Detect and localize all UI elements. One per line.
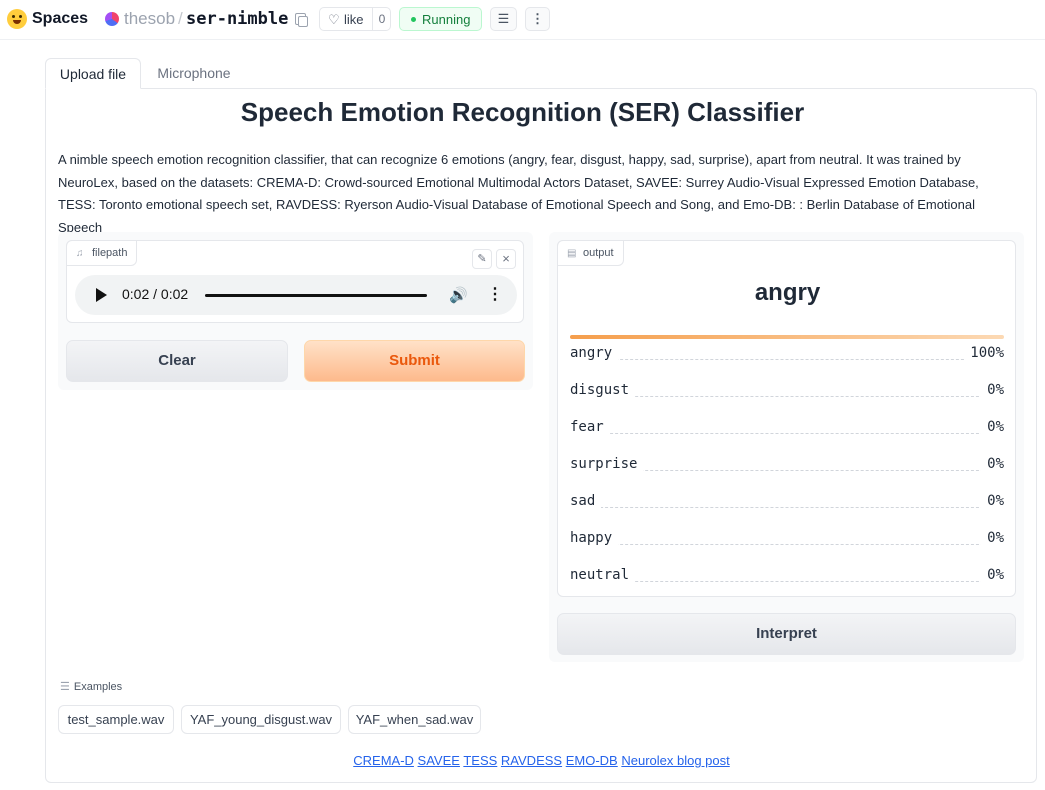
tab-microphone[interactable]: Microphone: [141, 58, 247, 88]
confidence-value: 0%: [981, 567, 1004, 583]
confidence-label: fear: [570, 419, 610, 435]
audio-input: ♫ filepath ✎ × 0:02 / 0:02 🔊 ⋮: [66, 240, 524, 323]
link-emo-db[interactable]: EMO-DB: [566, 753, 618, 768]
player-progress[interactable]: [205, 294, 427, 297]
confidence-label: neutral: [570, 567, 636, 583]
confidence-label: happy: [570, 530, 619, 546]
confidence-label: angry: [570, 345, 619, 361]
volume-icon[interactable]: 🔊: [449, 286, 468, 304]
repo-name-link[interactable]: ser-nimble: [186, 9, 288, 29]
owner-avatar: [105, 12, 119, 26]
heart-icon: ♡: [328, 12, 340, 27]
music-note-icon: ♫: [76, 248, 84, 259]
spaces-link[interactable]: Spaces: [32, 10, 88, 28]
confidence-value: 0%: [981, 456, 1004, 472]
example-item[interactable]: YAF_young_disgust.wav: [181, 705, 341, 734]
top-bar: Spaces thesob / ser-nimble ♡ like 0 Runn…: [0, 0, 1045, 40]
predicted-label: angry: [754, 279, 821, 306]
link-crema-d[interactable]: CREMA-D: [353, 753, 414, 768]
tab-upload-file[interactable]: Upload file: [45, 58, 141, 89]
confidence-value: 0%: [981, 382, 1004, 398]
label-icon: ▤: [567, 248, 577, 259]
close-icon: ×: [502, 251, 510, 266]
example-item[interactable]: YAF_when_sad.wav: [348, 705, 481, 734]
page-title: Speech Emotion Recognition (SER) Classif…: [240, 97, 805, 127]
more-options-button[interactable]: ⋮: [525, 7, 550, 31]
play-icon[interactable]: [96, 288, 107, 302]
status-dot-icon: [411, 17, 416, 22]
confidence-row: neutral 0%: [570, 557, 1004, 594]
confidence-value: 0%: [981, 419, 1004, 435]
confidence-list: angry 100% disgust 0% fear 0% surprise 0…: [570, 335, 1004, 594]
like-label: like: [344, 12, 364, 27]
list-icon: ☰: [497, 11, 510, 26]
owner-link[interactable]: thesob: [124, 9, 175, 29]
path-separator: /: [178, 9, 183, 28]
confidence-value: 0%: [981, 530, 1004, 546]
logs-button[interactable]: ☰: [490, 7, 517, 31]
link-ravdess[interactable]: RAVDESS: [501, 753, 562, 768]
audio-player: 0:02 / 0:02 🔊 ⋮: [75, 275, 517, 315]
footer-links: CREMA-D SAVEE TESS RAVDESS EMO-DB Neurol…: [0, 753, 1045, 768]
like-button[interactable]: ♡ like 0: [319, 7, 391, 31]
confidence-row: happy 0%: [570, 520, 1004, 557]
output-label: ▤ output: [557, 240, 624, 266]
more-icon: ⋮: [531, 11, 544, 26]
confidence-label: disgust: [570, 382, 636, 398]
copy-icon[interactable]: [295, 13, 308, 27]
confidence-label: sad: [570, 493, 602, 509]
remove-audio-button[interactable]: ×: [496, 249, 516, 269]
edit-audio-button[interactable]: ✎: [472, 249, 492, 269]
description: A nimble speech emotion recognition clas…: [58, 152, 979, 235]
confidence-row: disgust 0%: [570, 372, 1004, 409]
player-menu-icon[interactable]: ⋮: [487, 284, 503, 304]
label-output: ▤ output angry angry 100% disgust 0% fear…: [557, 240, 1016, 597]
submit-button[interactable]: Submit: [304, 340, 525, 382]
link-savee[interactable]: SAVEE: [418, 753, 460, 768]
status-text: Running: [422, 12, 471, 27]
pencil-icon: ✎: [477, 253, 487, 265]
link-tess[interactable]: TESS: [463, 753, 497, 768]
clear-button[interactable]: Clear: [66, 340, 288, 382]
confidence-bar: [570, 335, 1004, 339]
like-count: 0: [372, 8, 391, 30]
interpret-button[interactable]: Interpret: [557, 613, 1016, 655]
examples-label: ☰ Examples: [60, 681, 123, 693]
confidence-row: angry 100%: [570, 335, 1004, 372]
confidence-value: 0%: [981, 493, 1004, 509]
confidence-row: fear 0%: [570, 409, 1004, 446]
confidence-row: surprise 0%: [570, 446, 1004, 483]
list-icon: ☰: [60, 681, 70, 693]
confidence-label: surprise: [570, 456, 644, 472]
huggingface-logo-icon[interactable]: [7, 9, 27, 29]
audio-input-label: ♫ filepath: [66, 240, 138, 266]
link-neurolex-blog[interactable]: Neurolex blog post: [621, 753, 729, 768]
status-badge: Running: [399, 7, 482, 31]
player-time: 0:02 / 0:02: [122, 286, 189, 302]
confidence-row: sad 0%: [570, 483, 1004, 520]
confidence-value: 100%: [964, 345, 1004, 361]
example-item[interactable]: test_sample.wav: [58, 705, 174, 734]
